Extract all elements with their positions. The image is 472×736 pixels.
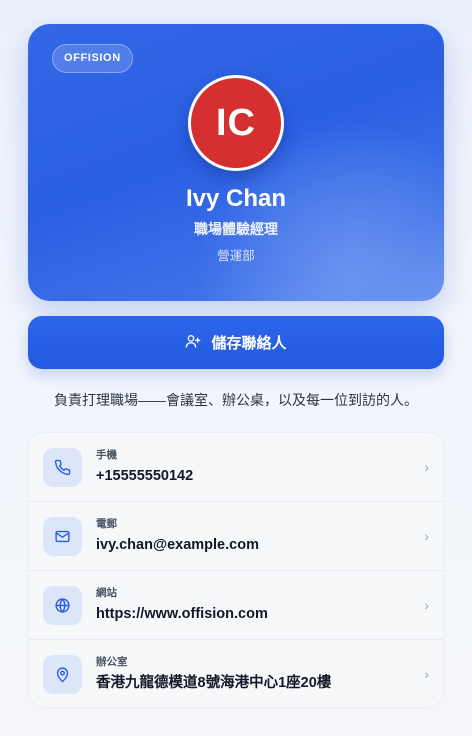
contact-value: +15555550142	[96, 468, 194, 484]
contact-label: 網站	[96, 587, 117, 599]
chevron-right-icon: ›	[424, 459, 429, 475]
avatar: IC	[188, 75, 284, 171]
profile-department: 營運部	[217, 249, 255, 263]
contact-row-phone[interactable]: 手機 +15555550142 ›	[29, 433, 443, 502]
brand-badge: OFFISION	[52, 44, 133, 73]
save-contact-button[interactable]: 儲存聯絡人	[28, 316, 444, 369]
globe-icon	[43, 586, 82, 625]
contact-row-email[interactable]: 電郵 ivy.chan@example.com ›	[29, 502, 443, 571]
chevron-right-icon: ›	[424, 528, 429, 544]
mail-icon	[43, 517, 82, 556]
contact-value: https://www.offision.com	[96, 606, 268, 622]
contact-details-list: 手機 +15555550142 › 電郵 ivy.chan@example.co…	[28, 432, 444, 708]
profile-name: Ivy Chan	[185, 185, 287, 212]
phone-icon	[43, 448, 82, 487]
profile-header: OFFISION IC Ivy Chan 職場體驗經理 營運部	[28, 24, 444, 301]
contact-value: ivy.chan@example.com	[96, 537, 259, 553]
contact-value: 香港九龍德模道8號海港中心1座20樓	[96, 675, 332, 691]
bio-text: 負責打理職場——會議室、辦公桌，以及每一位到訪的人。	[54, 392, 418, 408]
location-pin-icon	[43, 655, 82, 694]
save-contact-label: 儲存聯絡人	[211, 335, 287, 352]
chevron-right-icon: ›	[424, 597, 429, 613]
contact-label: 辦公室	[96, 656, 128, 668]
chevron-right-icon: ›	[424, 666, 429, 682]
profile-title: 職場體驗經理	[194, 221, 278, 237]
contact-card-page: OFFISION IC Ivy Chan 職場體驗經理 營運部 儲存聯絡人 負責…	[0, 0, 472, 736]
add-user-icon	[185, 333, 201, 353]
contact-row-website[interactable]: 網站 https://www.offision.com ›	[29, 571, 443, 640]
contact-label: 手機	[96, 449, 117, 461]
contact-row-office[interactable]: 辦公室 香港九龍德模道8號海港中心1座20樓 ›	[29, 640, 443, 707]
contact-label: 電郵	[96, 518, 117, 530]
